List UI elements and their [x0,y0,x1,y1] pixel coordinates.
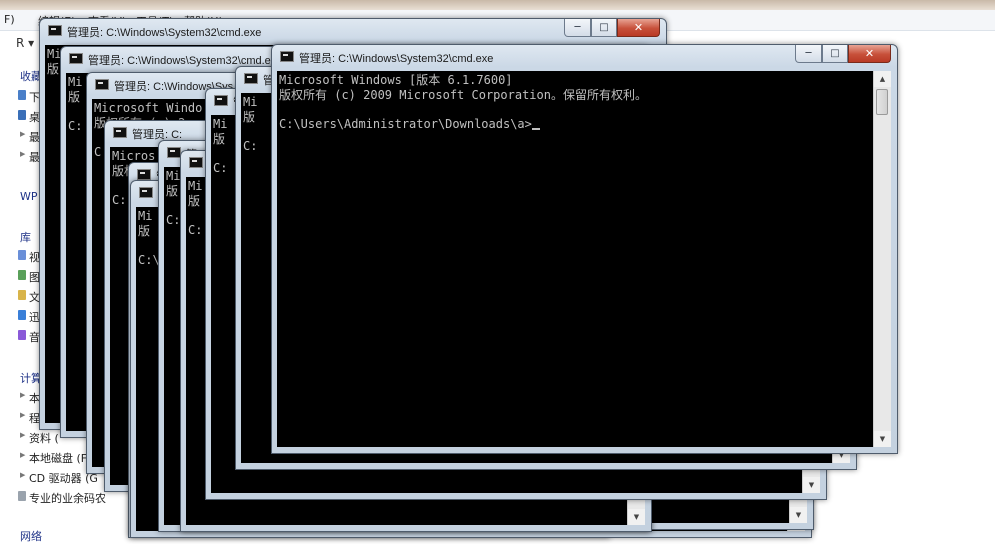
nav-item-local-disk-f[interactable]: ▶ 本地磁盘 (F [20,450,87,466]
nav-item-data-disk[interactable]: ▶ 资料 ( [20,430,59,446]
explorer-title-strip [0,0,995,10]
desktop-icon [18,110,26,120]
window-title: 管理员: C:\Windows\System32\cmd.exe [299,53,494,65]
console-output: Mi 版 C: [243,95,258,153]
scroll-down-arrow-icon[interactable]: ▼ [803,477,820,493]
close-button[interactable]: ✕ [848,45,891,63]
cmd-icon [280,51,294,62]
minimize-button[interactable]: ─ [564,19,591,37]
picture-icon [18,270,26,280]
cmd-icon [113,127,127,138]
expand-icon: ▶ [20,431,26,439]
scroll-down-arrow-icon[interactable]: ▼ [874,431,891,447]
close-button[interactable]: ✕ [617,19,660,37]
video-icon [18,250,26,260]
folder-icon [18,90,26,100]
cmd-icon [189,157,203,168]
nav-network[interactable]: 网络 [20,528,42,544]
cmd-icon [167,147,181,158]
minimize-button[interactable]: ─ [795,45,822,63]
cmd-icon [244,73,258,84]
maximize-button[interactable]: □ [822,45,848,63]
drive-icon [18,491,26,501]
expand-icon: ▶ [20,451,26,459]
document-icon [18,290,26,300]
console-output: Mi 版 C: [213,117,228,175]
console-output: Microsoft Windows [版本 6.1.7600] 版权所有 (c)… [279,73,647,131]
nav-library-header[interactable]: 库 [20,229,31,245]
cmd-icon [48,25,62,36]
scroll-up-arrow-icon[interactable]: ▲ [874,71,891,87]
music-icon [18,330,26,340]
cmd-icon [137,169,151,180]
cmd-icon [214,95,228,106]
nav-wps[interactable]: WP [20,190,38,203]
console-area[interactable]: Microsoft Windows [版本 6.1.7600] 版权所有 (c)… [277,71,891,447]
cmd-window-active[interactable]: 管理员: C:\Windows\System32\cmd.exe ─ □ ✕ Micro… [271,44,898,454]
nav-item-custom-drive[interactable]: 专业的业余码农 [18,490,106,506]
console-output: Mi 版 C:\ [138,209,160,267]
window-title: 管理员: C:\Windows\System32\cmd.exe [67,27,262,39]
console-output: Mi 版 C: [68,75,83,133]
scroll-thumb[interactable] [876,89,888,115]
expand-icon: ▶ [20,391,26,399]
scroll-down-arrow-icon[interactable]: ▼ [790,507,807,523]
expand-icon: ▶ [20,411,26,419]
maximize-button[interactable]: □ [591,19,617,37]
console-output: Mi 版 C: [188,179,203,237]
console-output: Mi 版 C: [166,169,181,227]
scroll-down-arrow-icon[interactable]: ▼ [628,509,645,525]
cmd-icon [69,53,83,64]
vertical-scrollbar[interactable]: ▲▼ [873,71,891,447]
expand-icon: ▶ [20,130,26,138]
expand-icon: ▶ [20,471,26,479]
expand-icon: ▶ [20,150,26,158]
organize-button[interactable]: R ▾ [16,36,34,50]
menu-file[interactable]: F) [4,13,15,26]
cmd-icon [95,79,109,90]
text-cursor [531,127,540,130]
xunlei-icon [18,310,26,320]
cmd-icon [139,187,153,198]
